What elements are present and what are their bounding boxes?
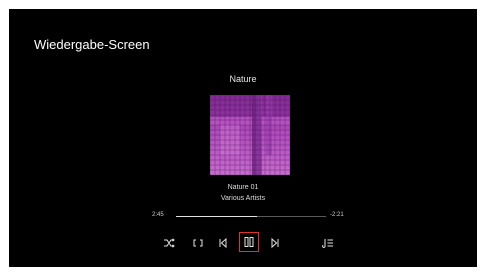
- previous-button[interactable]: [215, 235, 231, 251]
- track-title: Nature 01: [227, 184, 259, 191]
- elapsed-time: 2:45: [152, 212, 164, 218]
- progress-fill: [176, 216, 257, 217]
- pause-icon: [244, 237, 254, 247]
- repeat-button[interactable]: [190, 235, 206, 251]
- track-artist: Various Artists: [220, 195, 266, 202]
- repeat-icon: [193, 239, 203, 247]
- shuffle-icon: [164, 238, 175, 248]
- queue-icon: [322, 239, 333, 248]
- remaining-time: -2:21: [330, 212, 344, 218]
- previous-icon: [219, 238, 227, 248]
- next-button[interactable]: [267, 235, 283, 251]
- screen-title: Wiedergabe-Screen: [34, 37, 150, 52]
- progress-bar[interactable]: [176, 216, 326, 217]
- playback-screen: Wiedergabe-Screen Nature Nature 01 Vario…: [9, 9, 477, 267]
- queue-button[interactable]: [320, 235, 336, 251]
- shuffle-button[interactable]: [161, 235, 177, 251]
- play-pause-button[interactable]: [239, 232, 259, 252]
- playlist-title: Nature: [229, 74, 257, 84]
- next-icon: [271, 238, 279, 248]
- album-cover: [210, 95, 290, 175]
